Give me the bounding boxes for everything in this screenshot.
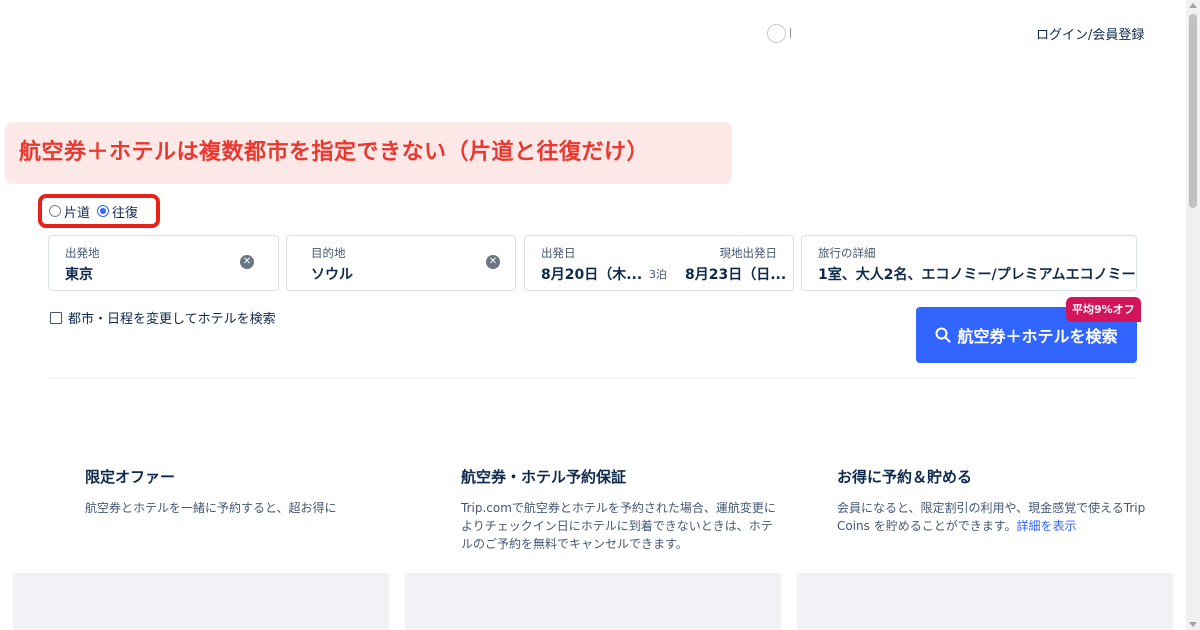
radio-round-trip-label: 往復 bbox=[112, 205, 139, 221]
travel-details-label: 旅行の詳細 bbox=[818, 246, 876, 260]
feature-desc: 会員になると、限定割引の利用や、現金感覚で使えるTrip Coins を貯めるこ… bbox=[837, 499, 1157, 535]
dates-field[interactable]: 出発日 8月20日（木... 3泊 現地出発日 8月23日（日... bbox=[524, 235, 794, 291]
feature-title: 航空券・ホテル予約保証 bbox=[461, 468, 627, 486]
destination-field[interactable]: 目的地 ソウル ✕ bbox=[286, 235, 516, 291]
change-city-label: 都市・日程を変更してホテルを検索 bbox=[68, 312, 276, 327]
destination-value: ソウル bbox=[311, 267, 353, 283]
clear-departure-icon[interactable]: ✕ bbox=[240, 255, 254, 269]
login-register-link[interactable]: ログイン/会員登録 bbox=[1036, 24, 1144, 43]
feature-desc: 航空券とホテルを一緒に予約すると、超お得に bbox=[85, 501, 337, 515]
discount-badge: 平均9%オフ bbox=[1066, 297, 1141, 322]
search-button-label: 航空券＋ホテルを検索 bbox=[957, 327, 1118, 346]
loading-indicator bbox=[790, 28, 791, 38]
destination-label: 目的地 bbox=[311, 246, 346, 260]
feature-booking-guarantee: 航空券・ホテル予約保証 Trip.comで航空券とホテルを予約された場合、運航変… bbox=[461, 466, 781, 553]
feature-desc-text: 会員になると、限定割引の利用や、現金感覚で使えるTrip Coins を貯めるこ… bbox=[837, 501, 1146, 533]
radio-one-way[interactable]: 片道 bbox=[49, 202, 90, 221]
depart-date-label: 出発日 bbox=[541, 246, 576, 260]
promo-card[interactable] bbox=[797, 573, 1173, 630]
departure-field[interactable]: 出発地 東京 ✕ bbox=[48, 235, 279, 291]
clear-destination-icon[interactable]: ✕ bbox=[486, 255, 500, 269]
radio-one-way-label: 片道 bbox=[64, 205, 91, 221]
change-city-checkbox[interactable]: 都市・日程を変更してホテルを検索 bbox=[50, 308, 276, 327]
departure-value: 東京 bbox=[65, 267, 93, 283]
scroll-up-arrow-icon[interactable] bbox=[1189, 3, 1197, 8]
loading-spinner-icon bbox=[767, 24, 786, 43]
return-date-value: 8月23日（日... bbox=[685, 267, 787, 283]
travel-details-field[interactable]: 旅行の詳細 1室、大人2名、エコノミー/プレミアムエコノミー bbox=[801, 235, 1137, 291]
scroll-thumb[interactable] bbox=[1189, 14, 1197, 208]
search-icon bbox=[935, 327, 951, 343]
feature-limited-offer: 限定オファー 航空券とホテルを一緒に予約すると、超お得に bbox=[85, 466, 405, 517]
promo-card[interactable] bbox=[405, 573, 781, 630]
radio-round-trip[interactable]: 往復 bbox=[97, 202, 138, 221]
details-link[interactable]: 詳細を表示 bbox=[1017, 519, 1077, 533]
checkbox-icon[interactable] bbox=[50, 311, 62, 324]
depart-date-value: 8月20日（木... bbox=[541, 267, 643, 283]
radio-round-trip-icon[interactable] bbox=[97, 205, 110, 217]
return-date-label: 現地出発日 bbox=[719, 246, 778, 260]
feature-title: お得に予約＆貯める bbox=[837, 468, 973, 486]
trip-type-selector: 片道 往復 bbox=[38, 194, 160, 228]
travel-details-value: 1室、大人2名、エコノミー/プレミアムエコノミー bbox=[818, 267, 1136, 283]
feature-earn-rewards: お得に予約＆貯める 会員になると、限定割引の利用や、現金感覚で使えるTrip C… bbox=[837, 466, 1157, 535]
promo-card[interactable] bbox=[13, 573, 389, 630]
scroll-down-arrow-icon[interactable] bbox=[1189, 622, 1197, 627]
annotation-callout: 航空券＋ホテルは複数都市を指定できない（片道と往復だけ） bbox=[5, 122, 732, 184]
scrollbar[interactable] bbox=[1186, 0, 1200, 630]
feature-desc: Trip.comで航空券とホテルを予約された場合、運航変更によりチェックイン日に… bbox=[461, 501, 776, 551]
departure-label: 出発地 bbox=[65, 246, 100, 260]
nights-count: 3泊 bbox=[649, 268, 667, 281]
divider bbox=[48, 378, 1137, 379]
radio-one-way-icon[interactable] bbox=[49, 205, 61, 217]
feature-title: 限定オファー bbox=[85, 468, 176, 486]
annotation-text: 航空券＋ホテルは複数都市を指定できない（片道と往復だけ） bbox=[19, 140, 650, 165]
top-bar: ログイン/会員登録 bbox=[0, 0, 1186, 66]
